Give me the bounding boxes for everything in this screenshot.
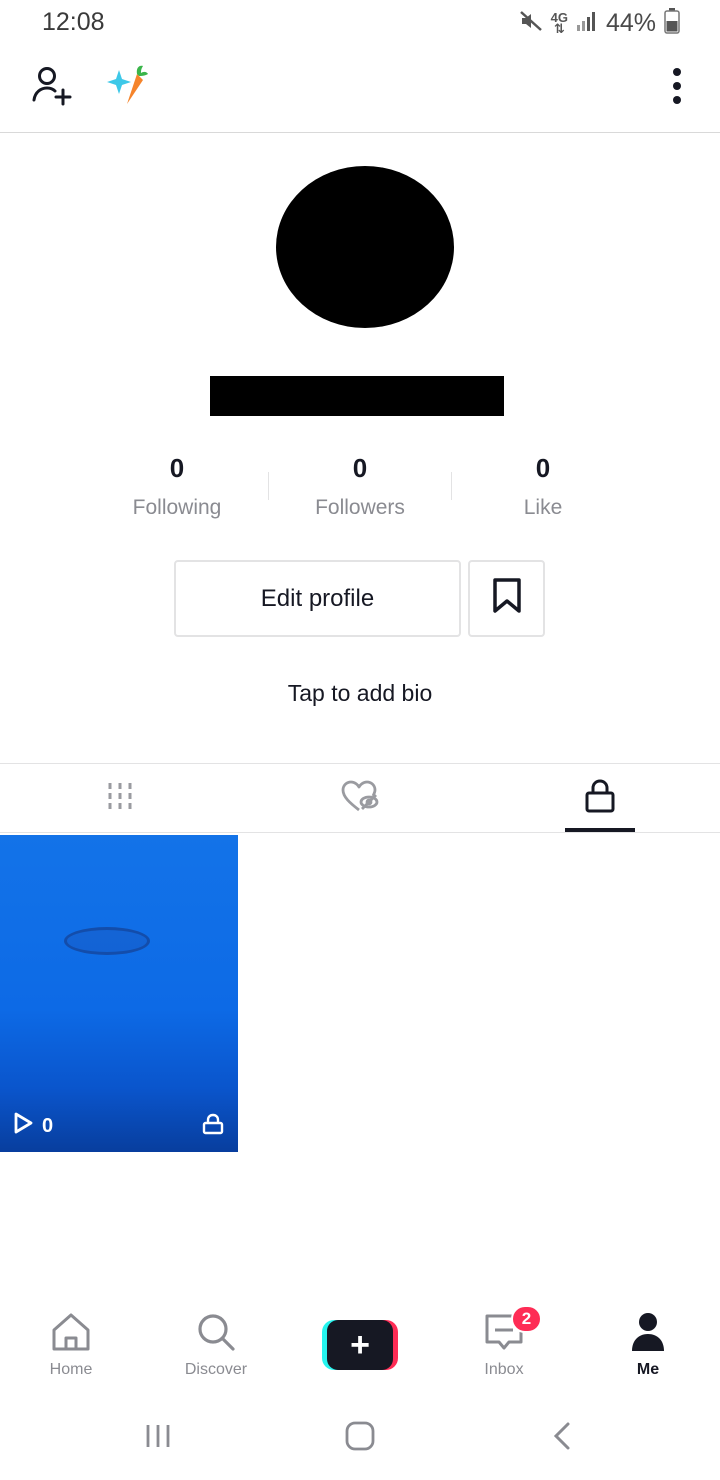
hidden-likes-icon	[340, 779, 380, 818]
edit-profile-button[interactable]: Edit profile	[174, 560, 461, 637]
search-icon	[194, 1310, 238, 1359]
person-add-icon	[30, 64, 74, 113]
battery-percent: 44%	[605, 8, 656, 37]
likes-label: Like	[523, 496, 563, 519]
tab-private[interactable]	[480, 764, 720, 833]
top-bar	[0, 46, 720, 133]
followers-stat[interactable]: 0 Followers	[270, 448, 450, 520]
favorites-button[interactable]	[468, 560, 545, 637]
grid-icon	[106, 781, 134, 816]
following-count: 0	[169, 453, 185, 483]
lock-icon	[585, 779, 615, 818]
home-system-button[interactable]	[330, 1418, 390, 1458]
video-preview-image	[64, 927, 150, 955]
home-icon	[49, 1310, 93, 1359]
following-stat[interactable]: 0 Following	[87, 448, 267, 520]
home-square-icon	[344, 1420, 376, 1457]
tab-videos[interactable]	[0, 764, 240, 833]
active-tab-indicator	[565, 828, 635, 832]
video-views: 0	[12, 1112, 53, 1140]
status-time: 12:08	[42, 8, 105, 36]
nav-inbox-label: Inbox	[484, 1361, 524, 1378]
bio-placeholder[interactable]: Tap to add bio	[0, 680, 720, 707]
nav-me[interactable]: Me	[588, 1310, 708, 1386]
inbox-badge: 2	[511, 1305, 542, 1333]
bottom-nav: Home Discover + Inbox Me	[0, 1300, 720, 1390]
stat-divider	[451, 472, 452, 500]
followers-label: Followers	[315, 496, 405, 519]
back-system-button[interactable]	[532, 1418, 592, 1458]
likes-count: 0	[535, 453, 551, 483]
private-lock-icon	[202, 1113, 224, 1140]
followers-count: 0	[352, 453, 368, 483]
battery-icon	[664, 7, 680, 39]
video-view-count: 0	[42, 1114, 54, 1137]
likes-stat[interactable]: 0 Like	[453, 448, 633, 520]
sparkle-carrot-icon	[103, 62, 151, 115]
recent-apps-button[interactable]	[128, 1418, 188, 1458]
nav-discover-label: Discover	[184, 1361, 248, 1378]
profile-icon	[626, 1310, 670, 1359]
username-redacted	[210, 376, 504, 416]
nav-home[interactable]: Home	[11, 1310, 131, 1386]
nav-discover[interactable]: Discover	[156, 1310, 276, 1386]
create-button[interactable]: +	[322, 1320, 398, 1370]
system-nav-bar	[0, 1400, 720, 1480]
video-thumbnail[interactable]: 0	[0, 835, 238, 1152]
add-friend-button[interactable]	[28, 64, 76, 112]
status-icons: 4G ⇅ 44%	[519, 7, 680, 39]
status-bar: 12:08 4G ⇅ 44%	[0, 0, 720, 46]
nav-inbox[interactable]: Inbox	[444, 1310, 564, 1386]
recent-apps-icon	[143, 1422, 173, 1455]
content-tabs	[0, 763, 720, 833]
avatar[interactable]	[276, 166, 454, 328]
following-label: Following	[132, 496, 222, 519]
nav-home-label: Home	[49, 1361, 93, 1378]
bookmark-icon	[492, 578, 522, 619]
network-indicator: 4G ⇅	[550, 10, 568, 36]
plus-icon: +	[327, 1320, 393, 1370]
back-chevron-icon	[551, 1421, 573, 1456]
play-icon	[12, 1112, 34, 1140]
sticker-button[interactable]	[102, 64, 152, 112]
mute-icon	[519, 9, 543, 38]
tab-liked[interactable]	[240, 764, 480, 833]
nav-me-label: Me	[636, 1361, 660, 1378]
signal-icon	[576, 10, 598, 37]
stat-divider	[268, 472, 269, 500]
more-vertical-icon	[672, 67, 682, 110]
more-menu-button[interactable]	[660, 66, 694, 110]
profile-stats: 0 Following 0 Followers 0 Like	[0, 448, 720, 538]
